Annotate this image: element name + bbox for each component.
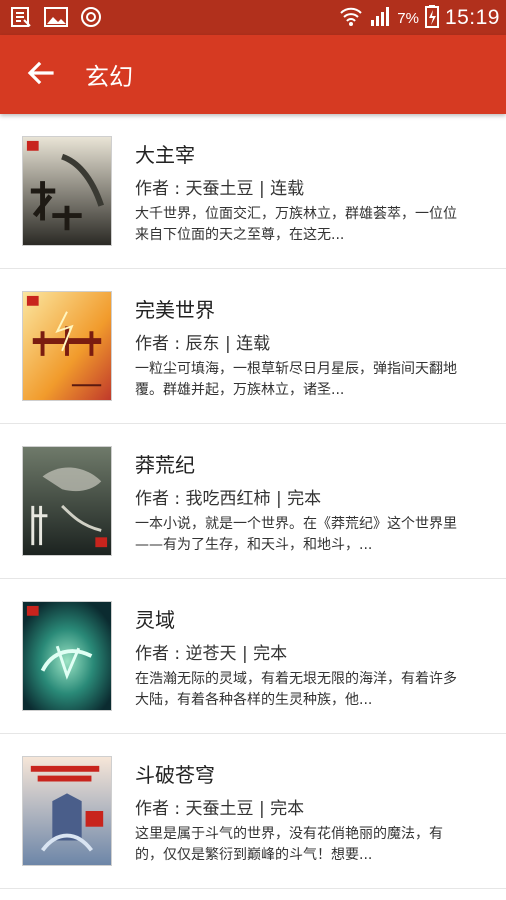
book-item[interactable]: 完美世界 作者 : 辰东 | 连载 一粒尘可填海，一根草斩尽日月星辰，弹指间天翻… [0,269,506,424]
book-meta: 作者 : 天蚕土豆 | 完本 [135,799,305,819]
page-title: 玄幻 [85,63,133,91]
book-description: 大千世界，位面交汇，万族林立，群雄荟萃，一位位来自下位面的天之至尊，在这无... [135,206,457,243]
status-bar-notifications [10,6,102,32]
app-bar: 玄幻 [0,35,506,114]
status-time: 15:19 [444,6,500,29]
wifi-icon [339,5,363,31]
record-icon [80,6,102,32]
book-description: 一粒尘可填海，一根草斩尽日月星辰，弹指间天翻地覆。群雄并起，万族林立，诸圣... [135,361,457,398]
status-bar-system: 7% 15:19 [339,4,500,32]
notification-book-icon [10,6,32,32]
book-description: 一本小说，就是一个世界。在《莽荒纪》这个世界里——有为了生存，和天斗，和地斗，.… [135,516,457,553]
book-cover [22,291,112,401]
back-button[interactable] [18,53,62,97]
book-title: 大主宰 [135,143,195,167]
battery-icon [424,4,439,32]
book-cover [22,756,112,866]
battery-percent: 7% [397,9,419,27]
book-title: 灵域 [135,608,175,632]
book-meta: 作者 : 辰东 | 连载 [135,334,271,354]
back-arrow-icon [26,59,54,91]
book-description: 在浩瀚无际的灵域，有着无垠无限的海洋，有着许多大陆，有着各种各样的生灵种族，他.… [135,671,457,708]
book-meta: 作者 : 我吃西红柿 | 完本 [135,489,322,509]
book-list: 大主宰 作者 : 天蚕土豆 | 连载 大千世界，位面交汇，万族林立，群雄荟萃，一… [0,114,506,889]
image-icon [44,6,68,32]
signal-icon [369,5,391,31]
book-title: 莽荒纪 [135,453,195,477]
book-cover [22,601,112,711]
book-title: 完美世界 [135,298,215,322]
book-description: 这里是属于斗气的世界，没有花俏艳丽的魔法，有的，仅仅是繁衍到巅峰的斗气！想要..… [135,826,443,863]
book-item[interactable]: 斗破苍穹 作者 : 天蚕土豆 | 完本 这里是属于斗气的世界，没有花俏艳丽的魔法… [0,734,506,889]
book-item[interactable]: 大主宰 作者 : 天蚕土豆 | 连载 大千世界，位面交汇，万族林立，群雄荟萃，一… [0,114,506,269]
book-title: 斗破苍穹 [135,763,215,787]
book-item[interactable]: 莽荒纪 作者 : 我吃西红柿 | 完本 一本小说，就是一个世界。在《莽荒纪》这个… [0,424,506,579]
book-cover [22,136,112,246]
status-bar: 7% 15:19 [0,0,506,35]
book-cover [22,446,112,556]
book-item[interactable]: 灵域 作者 : 逆苍天 | 完本 在浩瀚无际的灵域，有着无垠无限的海洋，有着许多… [0,579,506,734]
book-meta: 作者 : 天蚕土豆 | 连载 [135,179,305,199]
book-meta: 作者 : 逆苍天 | 完本 [135,644,288,664]
